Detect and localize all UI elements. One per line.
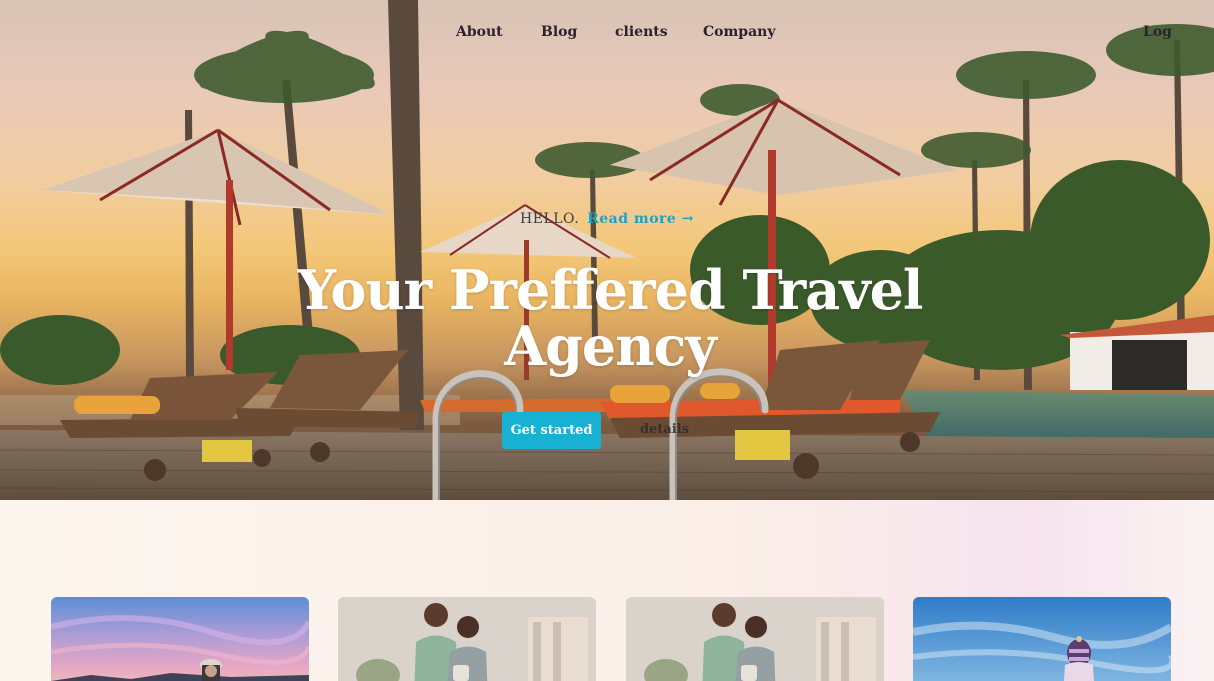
nav-link-clients[interactable]: clients bbox=[615, 24, 668, 40]
destination-card[interactable] bbox=[913, 597, 1171, 681]
nav-link-blog[interactable]: Blog bbox=[541, 24, 577, 40]
card-image-blue-sky bbox=[913, 597, 1171, 681]
destination-card[interactable] bbox=[338, 597, 596, 681]
hero-section: About Blog clients Company Log HELLO. Re… bbox=[0, 0, 1214, 500]
main-nav: About Blog clients Company Log bbox=[0, 24, 1214, 44]
destination-card[interactable] bbox=[626, 597, 884, 681]
hello-text: HELLO. bbox=[520, 211, 580, 227]
login-link[interactable]: Log bbox=[1143, 24, 1172, 40]
nav-link-company[interactable]: Company bbox=[703, 24, 775, 40]
hero-background-image bbox=[0, 0, 1214, 500]
read-more-link[interactable]: Read more → bbox=[587, 211, 694, 227]
destination-card[interactable] bbox=[51, 597, 309, 681]
get-started-button[interactable]: Get started bbox=[502, 412, 601, 449]
nav-link-about[interactable]: About bbox=[456, 24, 503, 40]
card-image-couple bbox=[626, 597, 884, 681]
destination-cards bbox=[51, 597, 1172, 681]
card-image-sunset bbox=[51, 597, 309, 681]
hero-announcement: HELLO. Read more → bbox=[0, 211, 1214, 227]
hero-title: Your Preffered Travel Agency bbox=[297, 258, 924, 378]
details-link[interactable]: details bbox=[640, 422, 689, 437]
card-image-couple bbox=[338, 597, 596, 681]
